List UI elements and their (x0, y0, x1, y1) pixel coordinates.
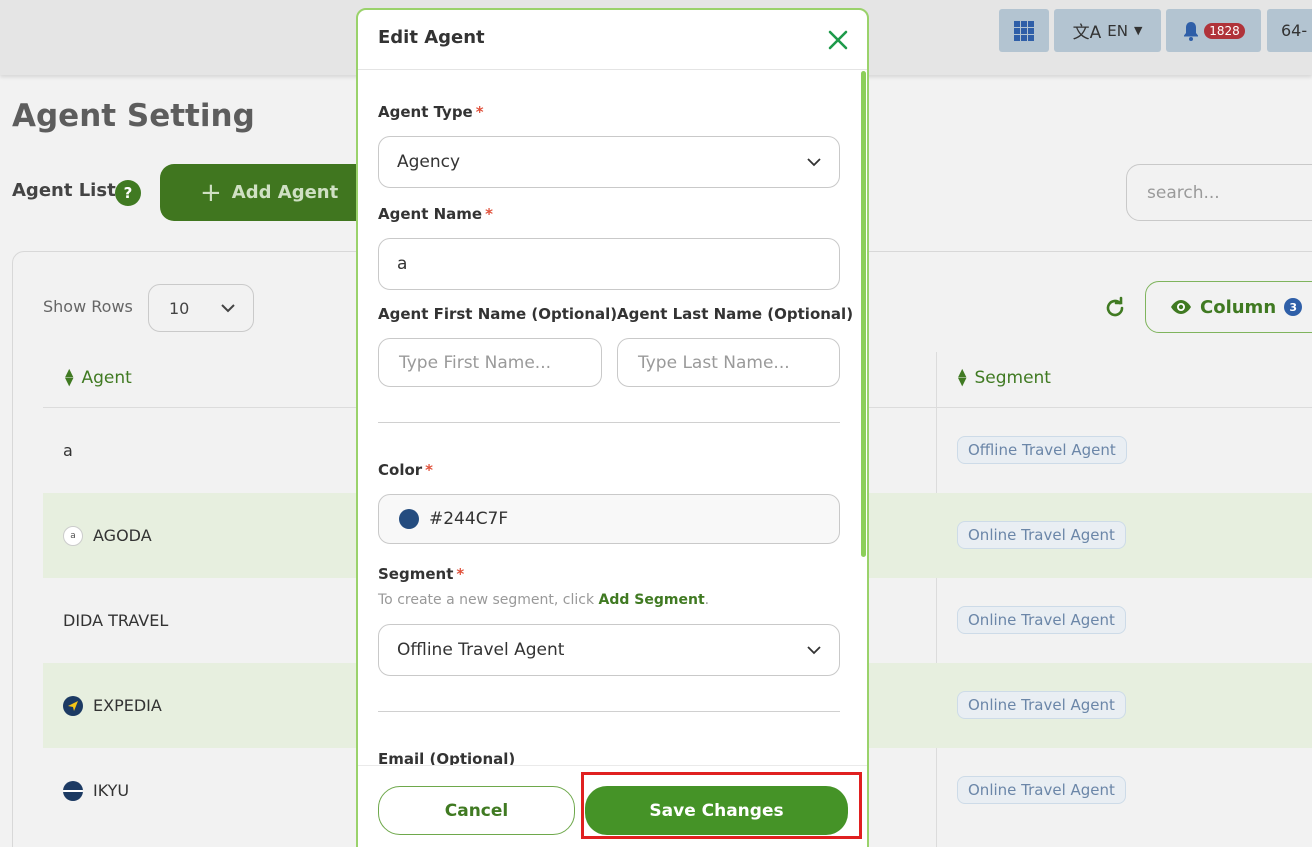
grid-icon (1014, 20, 1034, 41)
segment-badge: Online Travel Agent (957, 691, 1126, 719)
section-divider (378, 711, 840, 712)
notification-count-badge: 1828 (1204, 22, 1245, 39)
color-value: #244C7F (429, 509, 509, 529)
required-marker: * (485, 205, 493, 223)
column-count-badge: 3 (1284, 298, 1303, 316)
agent-name-label: Agent Name * (378, 205, 493, 223)
agent-type-value: Agency (397, 152, 461, 172)
last-name-placeholder: Type Last Name... (638, 352, 790, 373)
required-marker: * (475, 103, 484, 121)
segment-header-label: Segment (974, 368, 1051, 388)
expedia-logo-icon (63, 695, 83, 716)
agent-cell: EXPEDIA (63, 663, 162, 748)
bell-icon (1184, 21, 1199, 41)
agent-name-input[interactable]: a (378, 238, 840, 290)
modal-title: Edit Agent (378, 27, 485, 48)
segment-hint: To create a new segment, click Add Segme… (378, 592, 709, 608)
column-button-label: Column (1200, 296, 1277, 318)
sort-icon: ▲ ▼ (958, 366, 967, 388)
segment-label: Segment * (378, 565, 464, 583)
color-swatch[interactable] (399, 509, 419, 529)
color-picker-input[interactable]: #244C7F (378, 494, 840, 544)
page-title: Agent Setting (12, 98, 255, 134)
show-rows-label: Show Rows (43, 297, 133, 316)
segment-badge: Offline Travel Agent (957, 436, 1127, 464)
search-input[interactable]: search... (1126, 164, 1312, 221)
eye-icon (1171, 300, 1191, 314)
first-name-input[interactable]: Type First Name... (378, 338, 602, 387)
chevron-down-icon (221, 303, 235, 312)
color-label-text: Color (378, 461, 423, 479)
agent-name-value: a (397, 254, 408, 274)
language-code: EN (1107, 21, 1128, 40)
segment-select[interactable]: Offline Travel Agent (378, 624, 840, 676)
agent-cell: a (63, 408, 73, 493)
agent-type-label-text: Agent Type (378, 103, 473, 121)
rows-per-page-select[interactable]: 10 (148, 284, 254, 332)
language-selector[interactable]: 文A EN ▼ (1054, 9, 1161, 52)
agent-cell: a AGODA (63, 493, 152, 578)
plus-icon: + (200, 177, 222, 208)
agent-name: AGODA (93, 526, 152, 545)
agent-name: DIDA TRAVEL (63, 611, 169, 630)
close-icon[interactable] (827, 29, 849, 51)
translate-icon: 文A (1072, 23, 1102, 43)
agent-name: IKYU (93, 781, 130, 800)
last-name-input[interactable]: Type Last Name... (617, 338, 840, 387)
search-placeholder: search... (1147, 182, 1220, 203)
first-name-placeholder: Type First Name... (399, 352, 551, 373)
caret-down-icon: ▼ (1133, 24, 1143, 37)
section-divider (378, 422, 840, 423)
modal-scrollbar[interactable] (861, 71, 866, 557)
chevron-down-icon (807, 645, 821, 654)
agent-cell: IKYU (63, 748, 129, 833)
ikyu-logo-icon (63, 780, 83, 801)
chevron-down-icon (807, 157, 821, 166)
agoda-logo-icon: a (63, 525, 83, 546)
agent-column-header[interactable]: ▲ ▼ Agent (65, 366, 132, 388)
add-segment-link[interactable]: Add Segment (599, 592, 705, 608)
notifications-button[interactable]: 1828 (1166, 9, 1261, 52)
agent-header-label: Agent (81, 368, 132, 388)
sort-icon: ▲ ▼ (65, 366, 74, 388)
user-menu[interactable]: 64- (1267, 9, 1312, 52)
column-toggle-button[interactable]: Column 3 (1145, 281, 1312, 333)
required-marker: * (456, 565, 465, 583)
segment-label-text: Segment (378, 565, 454, 583)
segment-badge: Online Travel Agent (957, 776, 1126, 804)
segment-value: Offline Travel Agent (397, 640, 565, 660)
segment-badge: Online Travel Agent (957, 521, 1126, 549)
agent-name: a (63, 441, 73, 460)
add-agent-button[interactable]: + Add Agent (160, 164, 370, 221)
refresh-icon[interactable] (1103, 296, 1127, 320)
last-name-label: Agent Last Name (Optional) (617, 305, 854, 323)
agent-name: EXPEDIA (93, 696, 162, 715)
modal-header: Edit Agent (358, 10, 867, 70)
first-name-label: Agent First Name (Optional) (378, 305, 618, 323)
modal-footer: Cancel Save Changes (358, 765, 867, 847)
segment-badge: Online Travel Agent (957, 606, 1126, 634)
agent-type-select[interactable]: Agency (378, 136, 840, 188)
save-changes-button[interactable]: Save Changes (585, 786, 848, 835)
color-label: Color * (378, 461, 433, 479)
segment-column-header[interactable]: ▲ ▼ Segment (958, 366, 1051, 388)
segment-hint-suffix: . (704, 592, 710, 608)
rows-per-page-value: 10 (169, 298, 190, 318)
agent-name-label-text: Agent Name (378, 205, 483, 223)
cancel-button[interactable]: Cancel (378, 786, 575, 835)
agent-cell: DIDA TRAVEL (63, 578, 168, 663)
edit-agent-modal: Edit Agent Agent Type * Agency Agent Name… (356, 8, 869, 847)
apps-grid-button[interactable] (999, 9, 1049, 52)
user-menu-label: 64- (1281, 21, 1308, 40)
help-icon[interactable]: ? (115, 180, 141, 206)
agent-type-label: Agent Type * (378, 103, 484, 121)
segment-hint-text: To create a new segment, click (378, 592, 599, 608)
agent-list-label: Agent List (12, 180, 116, 201)
required-marker: * (425, 461, 434, 479)
add-agent-label: Add Agent (231, 182, 339, 203)
